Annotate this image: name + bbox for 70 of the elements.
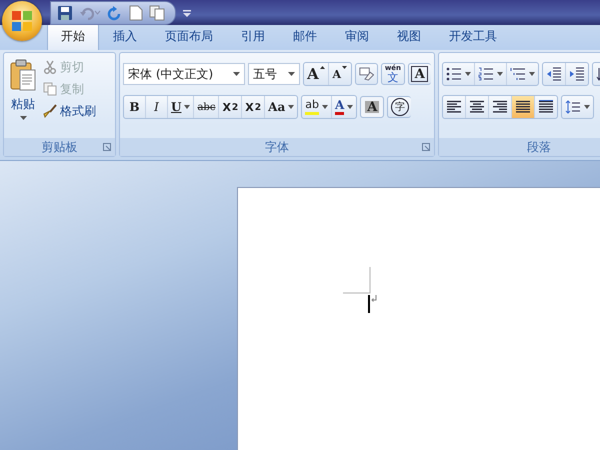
dropdown-arrow-icon (288, 105, 294, 109)
ribbon-tab[interactable]: 开始 (47, 23, 99, 50)
format-button[interactable]: B (124, 96, 146, 118)
dropdown-arrow-icon (497, 72, 503, 76)
shrink-font-button[interactable]: A (328, 63, 351, 85)
alignment-button[interactable] (512, 96, 535, 118)
format-button[interactable]: U (168, 96, 194, 118)
font-name-dropdown[interactable]: 宋体 (中文正文) (123, 63, 245, 85)
line-spacing-icon (565, 100, 581, 114)
office-logo-icon (11, 10, 33, 32)
office-button[interactable] (2, 1, 42, 41)
decrease-indent-icon (546, 67, 562, 81)
ribbon-tab[interactable]: 页面布局 (151, 23, 227, 50)
paste-button[interactable]: 粘贴 (8, 57, 38, 138)
grow-font-button[interactable]: A (304, 63, 329, 85)
font-color-button[interactable]: A (332, 96, 356, 118)
clipboard-icon (10, 59, 36, 91)
dropdown-arrow-icon (584, 105, 590, 109)
multilevel-list-icon (510, 67, 526, 81)
eraser-icon (358, 66, 374, 82)
format-button[interactable]: I (146, 96, 168, 118)
save-icon[interactable] (57, 4, 73, 20)
ribbon-tab[interactable]: 邮件 (279, 23, 331, 50)
text-align-icon (515, 100, 531, 114)
new-document-icon[interactable] (129, 4, 143, 20)
text-align-icon (492, 100, 508, 114)
ribbon-tab[interactable]: 插入 (99, 23, 151, 50)
dropdown-arrow-icon (232, 72, 240, 76)
character-shading-button[interactable]: A (360, 96, 384, 118)
ribbon-tab[interactable]: 开发工具 (435, 23, 511, 50)
crop-mark-icon (343, 267, 371, 294)
format-painter-button[interactable]: 格式刷 (41, 101, 98, 121)
dropdown-arrow-icon (184, 105, 190, 109)
dialog-launcher-icon[interactable] (422, 143, 430, 151)
paragraph-mark-icon (371, 295, 377, 302)
dropdown-arrow-icon (347, 105, 354, 109)
paintbrush-icon (43, 104, 57, 118)
up-arrow-icon (320, 66, 325, 69)
dropdown-arrow-icon (288, 72, 296, 76)
redo-icon[interactable] (107, 4, 123, 20)
format-button[interactable]: abc (194, 96, 220, 118)
clear-formatting-button[interactable] (354, 63, 378, 85)
down-arrow-icon (342, 66, 348, 69)
text-align-icon (446, 100, 462, 114)
group-label: 段落 (527, 138, 551, 156)
highlight-button[interactable]: ab (302, 96, 332, 118)
documents-icon[interactable] (149, 4, 165, 20)
increase-indent-icon (569, 67, 585, 81)
numbered-list-icon (478, 67, 494, 81)
dialog-launcher-icon[interactable] (103, 143, 111, 151)
ribbon-tab[interactable]: 视图 (383, 23, 435, 50)
customize-toolbar-icon[interactable] (182, 8, 192, 18)
font-size-dropdown[interactable]: 五号 (248, 63, 300, 85)
dropdown-arrow-icon (20, 116, 26, 120)
scissors-icon (43, 60, 57, 74)
group-label: 剪贴板 (42, 138, 78, 156)
group-label: 字体 (265, 138, 289, 156)
copy-icon (43, 82, 57, 96)
ribbon-tab[interactable]: 审阅 (331, 23, 383, 50)
format-button[interactable]: Aa (265, 96, 298, 118)
dropdown-arrow-icon (465, 72, 471, 76)
bullet-list-icon (446, 67, 462, 81)
enclose-characters-button[interactable]: 字 (387, 96, 412, 118)
text-cursor (368, 295, 370, 313)
dropdown-arrow-icon (529, 72, 535, 76)
text-align-icon (538, 100, 554, 114)
ribbon-tab[interactable]: 引用 (227, 23, 279, 50)
text-align-icon (469, 100, 485, 114)
character-border-button[interactable]: A (408, 63, 432, 85)
dropdown-arrow-icon (322, 105, 328, 109)
